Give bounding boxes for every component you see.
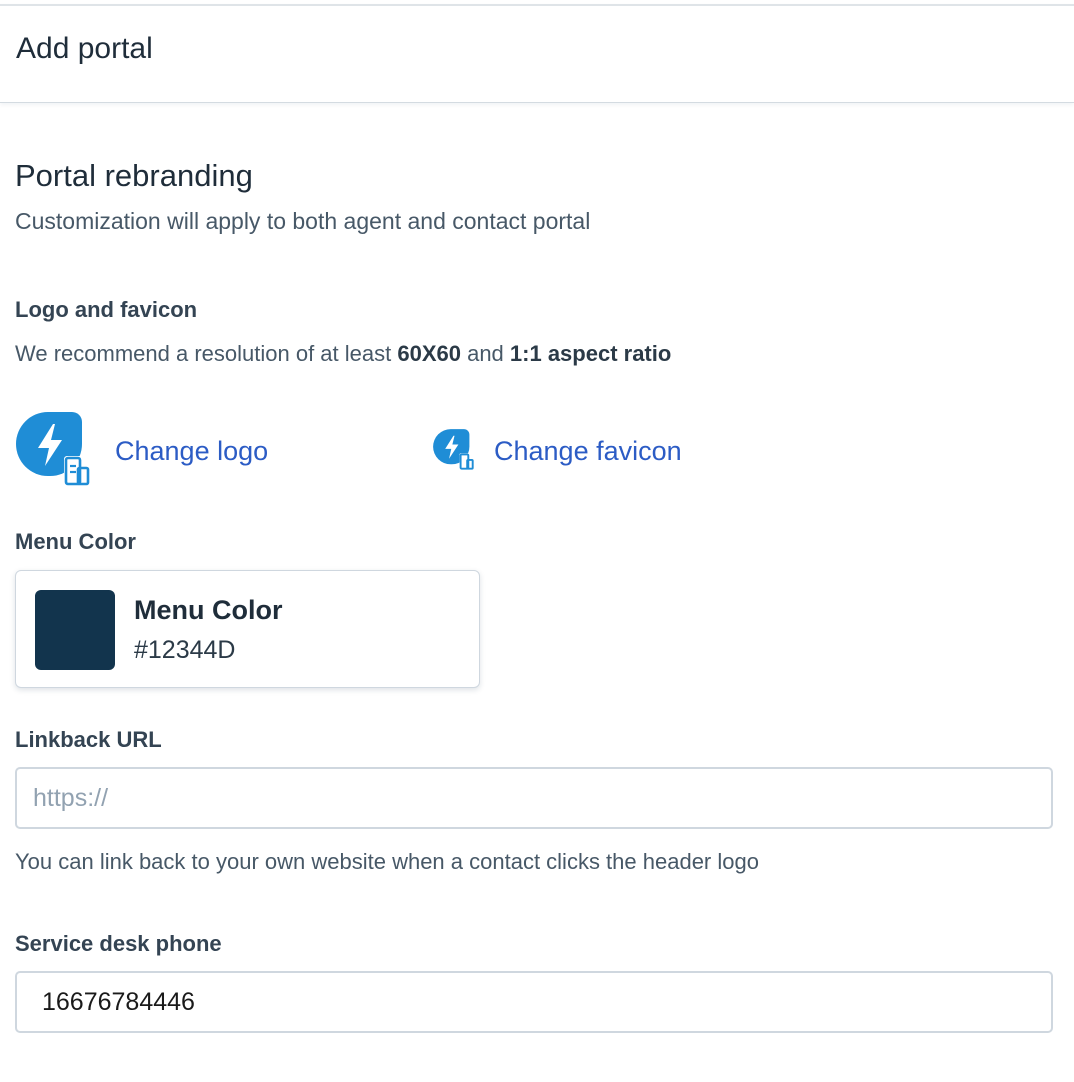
service-desk-phone-label: Service desk phone: [15, 931, 222, 956]
linkback-url-label: Linkback URL: [15, 727, 162, 752]
section-description: Customization will apply to both agent a…: [15, 208, 591, 234]
menu-color-card-title: Menu Color: [134, 595, 283, 625]
menu-color-label: Menu Color: [15, 529, 136, 554]
page-title: Add portal: [16, 32, 153, 65]
linkback-url-input[interactable]: [15, 767, 1053, 829]
portal-logo-icon: [14, 410, 94, 490]
add-portal-page: Add portal Portal rebranding Customizati…: [0, 0, 1074, 1082]
service-desk-phone-input[interactable]: [15, 971, 1053, 1033]
logo-favicon-label: Logo and favicon: [15, 297, 198, 322]
menu-color-swatch[interactable]: [35, 590, 115, 670]
portal-favicon-icon: [432, 428, 476, 472]
help-resolution: 60X60: [397, 341, 461, 366]
change-favicon-link[interactable]: Change favicon: [494, 436, 682, 467]
logo-resolution-help: We recommend a resolution of at least 60…: [15, 341, 671, 367]
linkback-url-help: You can link back to your own website wh…: [15, 849, 759, 874]
menu-color-picker[interactable]: Menu Color #12344D: [15, 570, 480, 688]
change-logo-link[interactable]: Change logo: [115, 436, 268, 467]
menu-color-hex: #12344D: [134, 636, 236, 664]
help-ratio: 1:1 aspect ratio: [509, 341, 672, 366]
help-mid: and: [460, 341, 510, 366]
page-header: Add portal: [0, 4, 1074, 103]
help-prefix: We recommend a resolution of at least: [15, 341, 398, 366]
section-title: Portal rebranding: [15, 158, 253, 193]
